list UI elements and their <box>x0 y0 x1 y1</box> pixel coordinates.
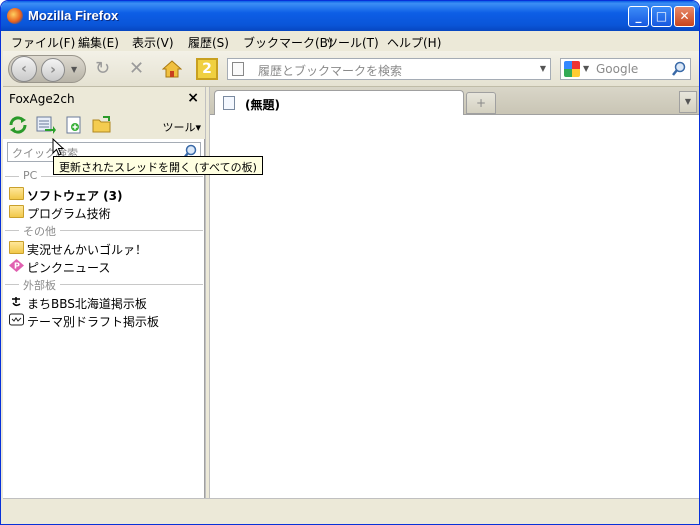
list-item[interactable]: プログラム技術 <box>3 203 205 221</box>
url-placeholder: 履歴とブックマークを検索 <box>258 64 403 78</box>
status-bar <box>3 498 699 524</box>
group-separator: その他 <box>3 221 205 239</box>
forward-button[interactable]: › <box>41 58 65 82</box>
list-item[interactable]: 実況せんかいゴルァ！ <box>3 239 205 257</box>
folder-icon <box>9 205 24 218</box>
pink-icon: P <box>9 259 24 272</box>
back-forward-group: ‹ › ▼ <box>8 55 86 83</box>
list-item[interactable]: ソフトウェア (3) <box>3 185 205 203</box>
reload-icon[interactable]: ↻ <box>95 60 110 78</box>
title-bar[interactable]: Mozilla Firefox _ □ ✕ <box>1 1 699 31</box>
mouse-cursor-icon <box>52 138 64 156</box>
firefox-icon <box>7 8 23 24</box>
stop-icon[interactable]: ✕ <box>129 60 144 78</box>
engine-dropdown-icon[interactable]: ▼ <box>583 64 589 73</box>
sidebar-close-icon[interactable]: × <box>187 90 199 106</box>
sidebar: FoxAge2ch × ツール▾ クイック検索 PC ソフトウェア (3) プロ… <box>3 87 205 498</box>
tooltip: 更新されたスレッドを開く (すべての板) <box>53 156 263 175</box>
sidebar-header: FoxAge2ch × <box>3 87 205 111</box>
new-folder-icon[interactable] <box>91 115 113 135</box>
page-icon <box>223 96 235 110</box>
tab-label: (無題) <box>245 98 280 112</box>
menu-file[interactable]: ファイル(F) <box>11 34 75 51</box>
maximize-button[interactable]: □ <box>651 6 672 27</box>
list-item[interactable]: テーマ別ドラフト掲示板 <box>3 311 205 329</box>
menu-bookmarks[interactable]: ブックマーク(B) <box>243 34 333 51</box>
ma-icon <box>11 297 21 307</box>
tab-list-dropdown-icon[interactable]: ▼ <box>679 91 697 113</box>
search-placeholder: Google <box>596 62 639 76</box>
back-button[interactable]: ‹ <box>11 56 37 82</box>
group-separator: 外部板 <box>3 275 205 293</box>
menu-edit[interactable]: 編集(E) <box>78 34 119 51</box>
folder-icon <box>9 187 24 200</box>
history-dropdown-icon[interactable]: ▼ <box>71 65 77 74</box>
new-tab-button[interactable]: + <box>466 92 496 114</box>
search-bar[interactable]: ▼ Google <box>560 58 691 80</box>
tab-untitled[interactable]: (無題) <box>214 90 464 115</box>
board-tree: PC ソフトウェア (3) プログラム技術 その他 実況せんかいゴルァ！ P ピ… <box>3 167 205 329</box>
sidebar-tools-menu[interactable]: ツール▾ <box>162 119 201 135</box>
sidebar-toolbar: ツール▾ <box>3 111 205 139</box>
window-title: Mozilla Firefox <box>28 8 119 23</box>
board-icon <box>9 313 24 326</box>
content-area: (無題) + ▼ <box>210 87 699 498</box>
foxage-badge[interactable]: 2 <box>196 58 218 80</box>
menu-bar: ファイル(F) 編集(E) 表示(V) 履歴(S) ブックマーク(B) ツール(… <box>3 31 699 51</box>
tab-strip: (無題) + ▼ <box>210 87 699 115</box>
list-item[interactable]: まちBBS北海道掲示板 <box>3 293 205 311</box>
check-updates-icon[interactable] <box>7 115 29 135</box>
browser-window: Mozilla Firefox _ □ ✕ ファイル(F) 編集(E) 表示(V… <box>0 0 700 525</box>
list-item[interactable]: P ピンクニュース <box>3 257 205 275</box>
google-icon[interactable] <box>564 61 580 77</box>
add-thread-icon[interactable] <box>63 115 85 135</box>
close-button[interactable]: ✕ <box>674 6 695 27</box>
svg-text:P: P <box>14 262 20 271</box>
search-icon[interactable] <box>671 61 687 77</box>
sidebar-title: FoxAge2ch <box>9 92 75 106</box>
home-icon[interactable] <box>162 60 182 78</box>
menu-help[interactable]: ヘルプ(H) <box>387 34 441 51</box>
url-bar[interactable]: 履歴とブックマークを検索 ▼ <box>227 58 551 80</box>
open-updated-threads-icon[interactable] <box>35 115 57 135</box>
menu-tools[interactable]: ツール(T) <box>326 34 379 51</box>
folder-icon <box>9 241 24 254</box>
url-dropdown-icon[interactable]: ▼ <box>540 64 546 73</box>
minimize-button[interactable]: _ <box>628 6 649 27</box>
page-icon <box>232 62 244 76</box>
menu-history[interactable]: 履歴(S) <box>188 34 229 51</box>
menu-view[interactable]: 表示(V) <box>132 34 174 51</box>
